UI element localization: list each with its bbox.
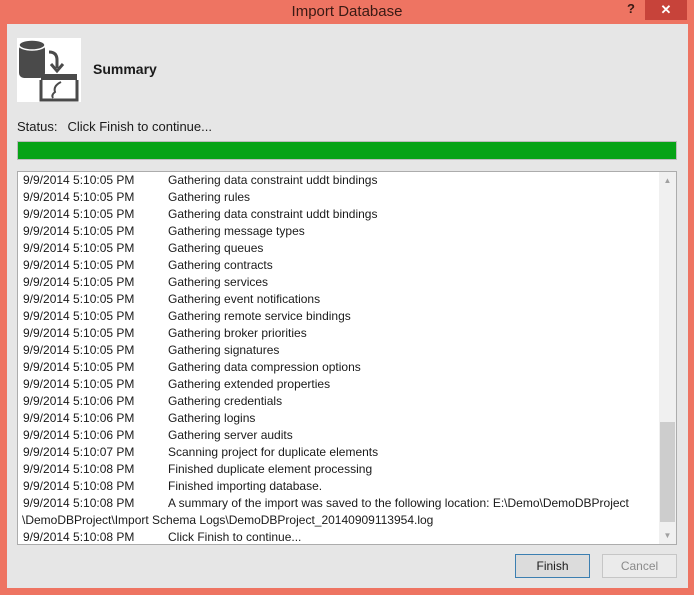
log-time: 9/9/2014 5:10:05 PM xyxy=(23,258,135,272)
log-row: 9/9/2014 5:10:05 PM Gathering contracts xyxy=(18,257,660,274)
log-message-continued: \DemoDBProject\Import Schema Logs\DemoDB… xyxy=(22,513,434,527)
log-message: Gathering contracts xyxy=(168,258,273,272)
log-message: Gathering queues xyxy=(168,241,264,255)
log-time: 9/9/2014 5:10:05 PM xyxy=(23,377,135,391)
log-time: 9/9/2014 5:10:07 PM xyxy=(23,445,135,459)
log-row: 9/9/2014 5:10:06 PM Gathering logins xyxy=(18,410,660,427)
log-message: Finished importing database. xyxy=(168,479,323,493)
log-message: Gathering extended properties xyxy=(168,377,331,391)
log-message: Gathering event notifications xyxy=(168,292,321,306)
log-message: Gathering data constraint uddt bindings xyxy=(168,207,378,221)
scroll-thumb[interactable] xyxy=(660,422,675,522)
log-time: 9/9/2014 5:10:05 PM xyxy=(23,173,135,187)
log-row: 9/9/2014 5:10:05 PM Gathering data compre… xyxy=(18,359,660,376)
log-row: 9/9/2014 5:10:05 PM Gathering queues xyxy=(18,240,660,257)
log-time: 9/9/2014 5:10:05 PM xyxy=(23,360,135,374)
log-row: 9/9/2014 5:10:08 PM Click Finish to conti… xyxy=(18,529,660,544)
log-message: A summary of the import was saved to the… xyxy=(168,496,629,510)
progress-fill xyxy=(18,142,676,159)
log-message: Scanning project for duplicate elements xyxy=(168,445,379,459)
log-row: 9/9/2014 5:10:05 PM Gathering extended pr… xyxy=(18,376,660,393)
scroll-down-icon[interactable]: ▼ xyxy=(659,527,676,544)
log-message: Gathering remote service bindings xyxy=(168,309,351,323)
cancel-button[interactable]: Cancel xyxy=(602,554,677,578)
log-time: 9/9/2014 5:10:05 PM xyxy=(23,190,135,204)
status-text: Click Finish to continue... xyxy=(67,119,212,134)
progress-bar xyxy=(17,141,677,160)
log-row: 9/9/2014 5:10:05 PM Gathering services xyxy=(18,274,660,291)
log-row: 9/9/2014 5:10:08 PM Finished importing da… xyxy=(18,478,660,495)
log-message: Finished duplicate element processing xyxy=(168,462,373,476)
log-message: Gathering signatures xyxy=(168,343,280,357)
log-row: 9/9/2014 5:10:06 PM Gathering credentials xyxy=(18,393,660,410)
log-list[interactable]: 9/9/2014 5:10:05 PM Gathering data constr… xyxy=(17,171,677,545)
finish-button[interactable]: Finish xyxy=(515,554,590,578)
log-time: 9/9/2014 5:10:05 PM xyxy=(23,224,135,238)
help-button[interactable]: ? xyxy=(624,0,638,20)
log-message: Gathering data constraint uddt bindings xyxy=(168,173,378,187)
log-row: 9/9/2014 5:10:05 PM Gathering broker prio… xyxy=(18,325,660,342)
log-row: 9/9/2014 5:10:08 PM Finished duplicate el… xyxy=(18,461,660,478)
window-title: Import Database xyxy=(291,3,403,20)
log-time: 9/9/2014 5:10:05 PM xyxy=(23,326,135,340)
dialog-body: Summary Status: Click Finish to continue.… xyxy=(7,24,688,588)
log-row: 9/9/2014 5:10:05 PM Gathering event notif… xyxy=(18,291,660,308)
log-row: 9/9/2014 5:10:05 PM Gathering signatures xyxy=(18,342,660,359)
log-time: 9/9/2014 5:10:05 PM xyxy=(23,343,135,357)
log-row: 9/9/2014 5:10:08 PM A summary of the impo… xyxy=(18,495,660,512)
page-title: Summary xyxy=(93,61,157,77)
log-time: 9/9/2014 5:10:06 PM xyxy=(23,394,135,408)
log-row: 9/9/2014 5:10:06 PM Gathering server audi… xyxy=(18,427,660,444)
log-row: 9/9/2014 5:10:05 PM Gathering data constr… xyxy=(18,206,660,223)
database-import-icon xyxy=(17,38,81,102)
log-time: 9/9/2014 5:10:08 PM xyxy=(23,496,135,510)
log-time: 9/9/2014 5:10:06 PM xyxy=(23,428,135,442)
log-message: Gathering data compression options xyxy=(168,360,361,374)
log-message: Gathering broker priorities xyxy=(168,326,307,340)
log-time: 9/9/2014 5:10:05 PM xyxy=(23,241,135,255)
status-label: Status: xyxy=(17,119,58,134)
log-row: 9/9/2014 5:10:05 PM Gathering remote serv… xyxy=(18,308,660,325)
log-row: 9/9/2014 5:10:07 PM Scanning project for … xyxy=(18,444,660,461)
log-row: 9/9/2014 5:10:05 PM Gathering data constr… xyxy=(18,172,660,189)
log-row: 9/9/2014 5:10:05 PM Gathering message typ… xyxy=(18,223,660,240)
log-message: Click Finish to continue... xyxy=(168,530,302,544)
log-time: 9/9/2014 5:10:05 PM xyxy=(23,292,135,306)
log-row: 9/9/2014 5:10:05 PM Gathering rules xyxy=(18,189,660,206)
scrollbar[interactable]: ▲ ▼ xyxy=(659,172,676,544)
log-time: 9/9/2014 5:10:08 PM xyxy=(23,530,135,544)
log-message: Gathering services xyxy=(168,275,269,289)
scroll-up-icon[interactable]: ▲ xyxy=(659,172,676,189)
log-time: 9/9/2014 5:10:06 PM xyxy=(23,411,135,425)
log-message: Gathering message types xyxy=(168,224,305,238)
log-message: Gathering rules xyxy=(168,190,251,204)
close-button[interactable]: ✕ xyxy=(645,0,687,20)
log-message: Gathering credentials xyxy=(168,394,283,408)
log-time: 9/9/2014 5:10:05 PM xyxy=(23,207,135,221)
log-time: 9/9/2014 5:10:05 PM xyxy=(23,309,135,323)
log-message: Gathering logins xyxy=(168,411,256,425)
log-message: Gathering server audits xyxy=(168,428,293,442)
log-time: 9/9/2014 5:10:08 PM xyxy=(23,462,135,476)
log-time: 9/9/2014 5:10:08 PM xyxy=(23,479,135,493)
log-time: 9/9/2014 5:10:05 PM xyxy=(23,275,135,289)
status-line: Status: Click Finish to continue... xyxy=(17,119,222,134)
